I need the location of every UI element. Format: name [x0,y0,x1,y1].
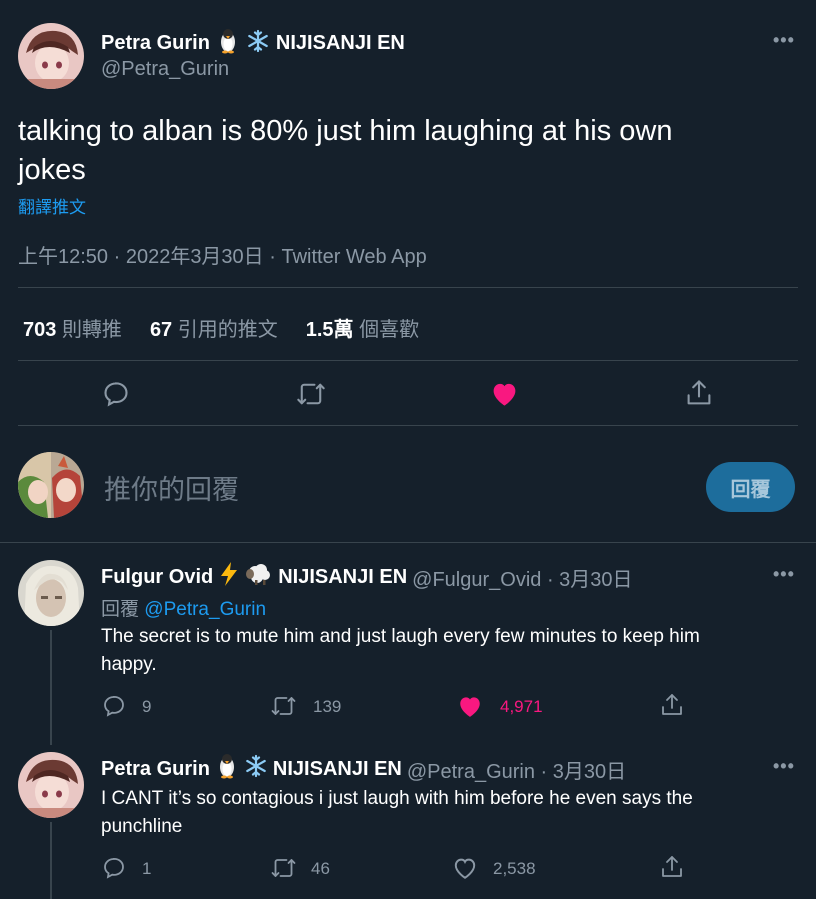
share-icon[interactable] [685,378,713,408]
retweet-count: 139 [313,697,342,716]
more-options-icon[interactable]: ••• [773,756,795,777]
reply-author-name[interactable]: Petra Gurin [101,758,210,781]
share-icon[interactable] [660,692,684,718]
sheep-emoji-icon [245,562,273,592]
reply-text: The secret is to mute him and just laugh… [101,626,700,675]
reply-text: I CANT it’s so contagious i just laugh w… [101,788,693,837]
divider [18,360,798,361]
reply-icon[interactable] [102,694,126,718]
quotes-stat[interactable]: 67 引用的推文 [150,313,278,342]
thread-line [50,630,52,745]
snowflake-emoji-icon [246,29,270,58]
reply-count: 9 [142,697,152,716]
snowflake-emoji-icon [244,754,268,784]
penguin-emoji-icon [216,28,240,59]
retweets-stat[interactable]: 703 則轉推 [23,313,122,342]
reply-icon[interactable] [102,856,126,880]
reply-author-suffix: NIJISANJI EN [278,565,408,588]
share-icon[interactable] [660,854,684,880]
divider [18,425,798,426]
tweet-meta[interactable]: 上午12:50 · 2022年3月30日 · Twitter Web App [18,240,427,269]
reply-icon[interactable] [102,380,130,408]
penguin-emoji-icon [215,753,239,785]
thread-line [50,822,52,899]
tweet-text: talking to alban is 80% just him laughin… [18,115,673,186]
author-name[interactable]: Petra Gurin [101,32,210,55]
reply-count: 1 [142,859,152,878]
likes-stat[interactable]: 1.5萬 個喜歡 [306,313,419,342]
user-avatar[interactable] [18,452,84,518]
replying-to: 回覆 @Petra_Gurin [101,599,267,620]
retweet-icon[interactable] [296,380,326,408]
like-count: 4,971 [500,697,543,716]
author-handle[interactable]: @Petra_Gurin [101,58,229,81]
retweet-icon[interactable] [270,694,297,718]
author-avatar[interactable] [18,23,84,89]
reply-handle-date[interactable]: @Petra_Gurin · 3月30日 [407,755,626,784]
reply-button[interactable]: 回覆 [706,462,795,512]
like-icon[interactable] [452,856,478,880]
retweet-icon[interactable] [270,856,297,880]
more-options-icon[interactable]: ••• [773,564,795,585]
divider [18,287,798,288]
lightning-emoji-icon [218,561,240,593]
translate-link[interactable]: 翻譯推文 [18,193,86,218]
like-icon-filled[interactable] [457,694,483,718]
tweet-stats: 703 則轉推 67 引用的推文 1.5萬 個喜歡 [23,313,419,342]
like-icon-filled[interactable] [490,380,519,407]
more-options-icon[interactable]: ••• [773,30,795,51]
reply-input[interactable]: 推你的回覆 [104,468,239,507]
retweet-count: 46 [311,859,330,878]
reply-author-name[interactable]: Fulgur Ovid [101,566,213,589]
divider [0,542,816,543]
reply-avatar[interactable] [18,752,84,818]
reply-author-suffix: NIJISANJI EN [272,757,402,780]
author-suffix: NIJISANJI EN [275,32,405,54]
like-count: 2,538 [493,859,536,878]
mention-link[interactable]: @Petra_Gurin [144,599,266,620]
reply-avatar[interactable] [18,560,84,626]
reply-handle-date[interactable]: @Fulgur_Ovid · 3月30日 [412,563,632,592]
